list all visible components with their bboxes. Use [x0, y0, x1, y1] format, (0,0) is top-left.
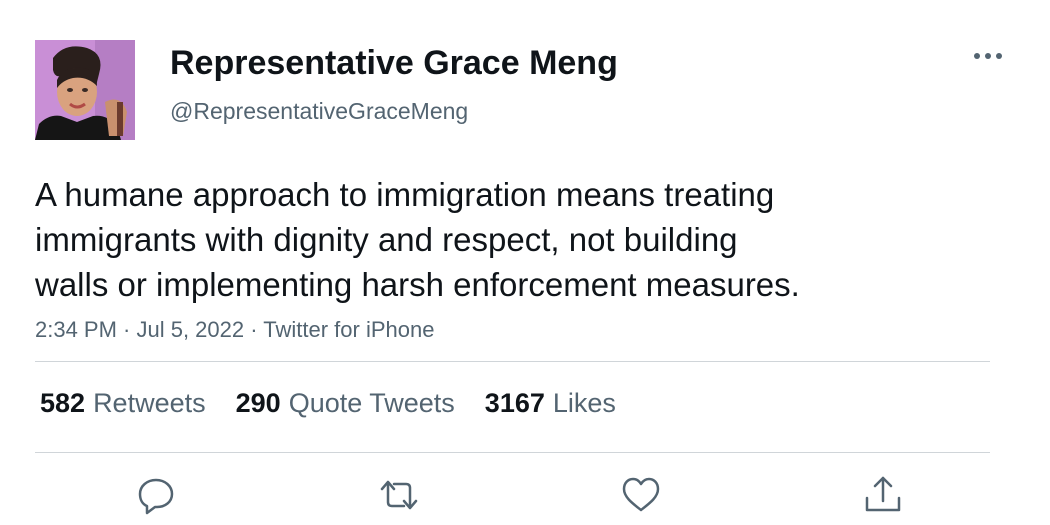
- retweets-count: 582: [40, 388, 86, 418]
- quote-tweets-label: Quote Tweets: [288, 388, 455, 418]
- likes-label: Likes: [552, 388, 616, 418]
- retweets-label: Retweets: [93, 388, 206, 418]
- like-button[interactable]: [620, 474, 662, 516]
- tweet-text: A humane approach to immigration means t…: [35, 172, 935, 307]
- heart-icon: [620, 474, 662, 516]
- share-icon: [862, 474, 904, 516]
- divider: [35, 361, 990, 362]
- tweet-text-line: A humane approach to immigration means t…: [35, 176, 775, 213]
- tweet-timestamp-source[interactable]: 2:34 PM · Jul 5, 2022 · Twitter for iPho…: [35, 317, 434, 343]
- quote-tweets-stat[interactable]: 290 Quote Tweets: [236, 388, 455, 419]
- tweet-text-line: walls or implementing harsh enforcement …: [35, 266, 800, 303]
- action-bar: [0, 474, 1050, 516]
- reply-button[interactable]: [135, 474, 177, 516]
- divider: [35, 452, 990, 453]
- retweets-stat[interactable]: 582 Retweets: [40, 388, 206, 419]
- likes-count: 3167: [484, 388, 545, 418]
- likes-stat[interactable]: 3167 Likes: [485, 388, 616, 419]
- author-handle[interactable]: @RepresentativeGraceMeng: [170, 98, 468, 125]
- author-display-name[interactable]: Representative Grace Meng: [170, 44, 618, 83]
- more-horizontal-icon: [968, 53, 1008, 74]
- quote-tweets-count: 290: [235, 388, 281, 418]
- tweet-stats: 582 Retweets 290 Quote Tweets 3167 Likes: [40, 388, 616, 419]
- avatar[interactable]: [35, 40, 135, 140]
- more-options-button[interactable]: [968, 40, 1008, 70]
- tweet-text-line: immigrants with dignity and respect, not…: [35, 221, 738, 258]
- retweet-icon: [378, 474, 420, 516]
- reply-icon: [135, 474, 177, 516]
- tweet-card: Representative Grace Meng @Representativ…: [0, 0, 1050, 525]
- share-button[interactable]: [862, 474, 904, 516]
- retweet-button[interactable]: [378, 474, 420, 516]
